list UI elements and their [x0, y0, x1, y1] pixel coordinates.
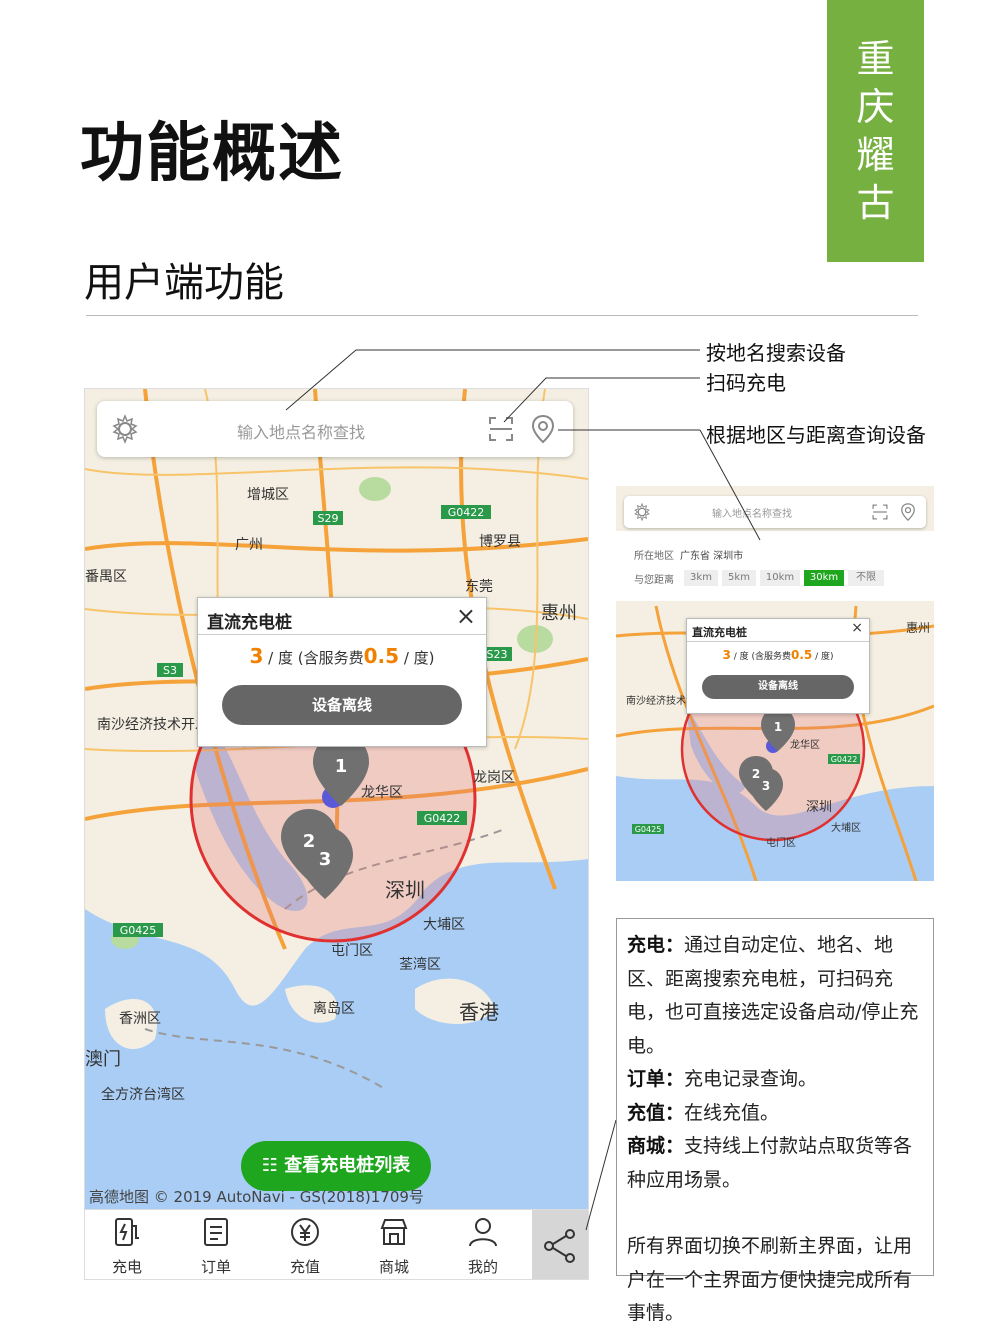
desc-recharge-title: 充值： — [627, 1101, 685, 1124]
desc-shop-title: 商城： — [627, 1135, 685, 1157]
desc-footer: 所有界面切换不刷新主界面，让用户在一个主界面方便快捷完成所有事情。 — [627, 1235, 913, 1324]
desc-recharge-text: 在线充值。 — [684, 1101, 780, 1124]
desc-order: 订单：充电记录查询。 — [627, 1063, 925, 1097]
annotation-scan-charge: 扫码充电 — [706, 371, 786, 395]
desc-spacer — [627, 1197, 925, 1230]
desc-charge: 充电：通过自动定位、地名、地区、距离搜索充电桩，可扫码充电，也可直接选定设备启动… — [627, 929, 925, 1063]
annotation-search-by-region: 根据地区与距离查询设备 — [706, 423, 926, 447]
desc-charge-title: 充电： — [627, 934, 685, 956]
feature-description: 充电：通过自动定位、地名、地区、距离搜索充电桩，可扫码充电，也可直接选定设备启动… — [616, 918, 934, 1324]
desc-order-text: 充电记录查询。 — [684, 1068, 818, 1090]
desc-order-title: 订单： — [627, 1068, 685, 1090]
annotation-search-by-name: 按地名搜索设备 — [706, 341, 846, 365]
desc-recharge: 充值：在线充值。 — [627, 1097, 925, 1131]
desc-shop: 商城：支持线上付款站点取货等各种应用场景。 — [627, 1130, 925, 1197]
